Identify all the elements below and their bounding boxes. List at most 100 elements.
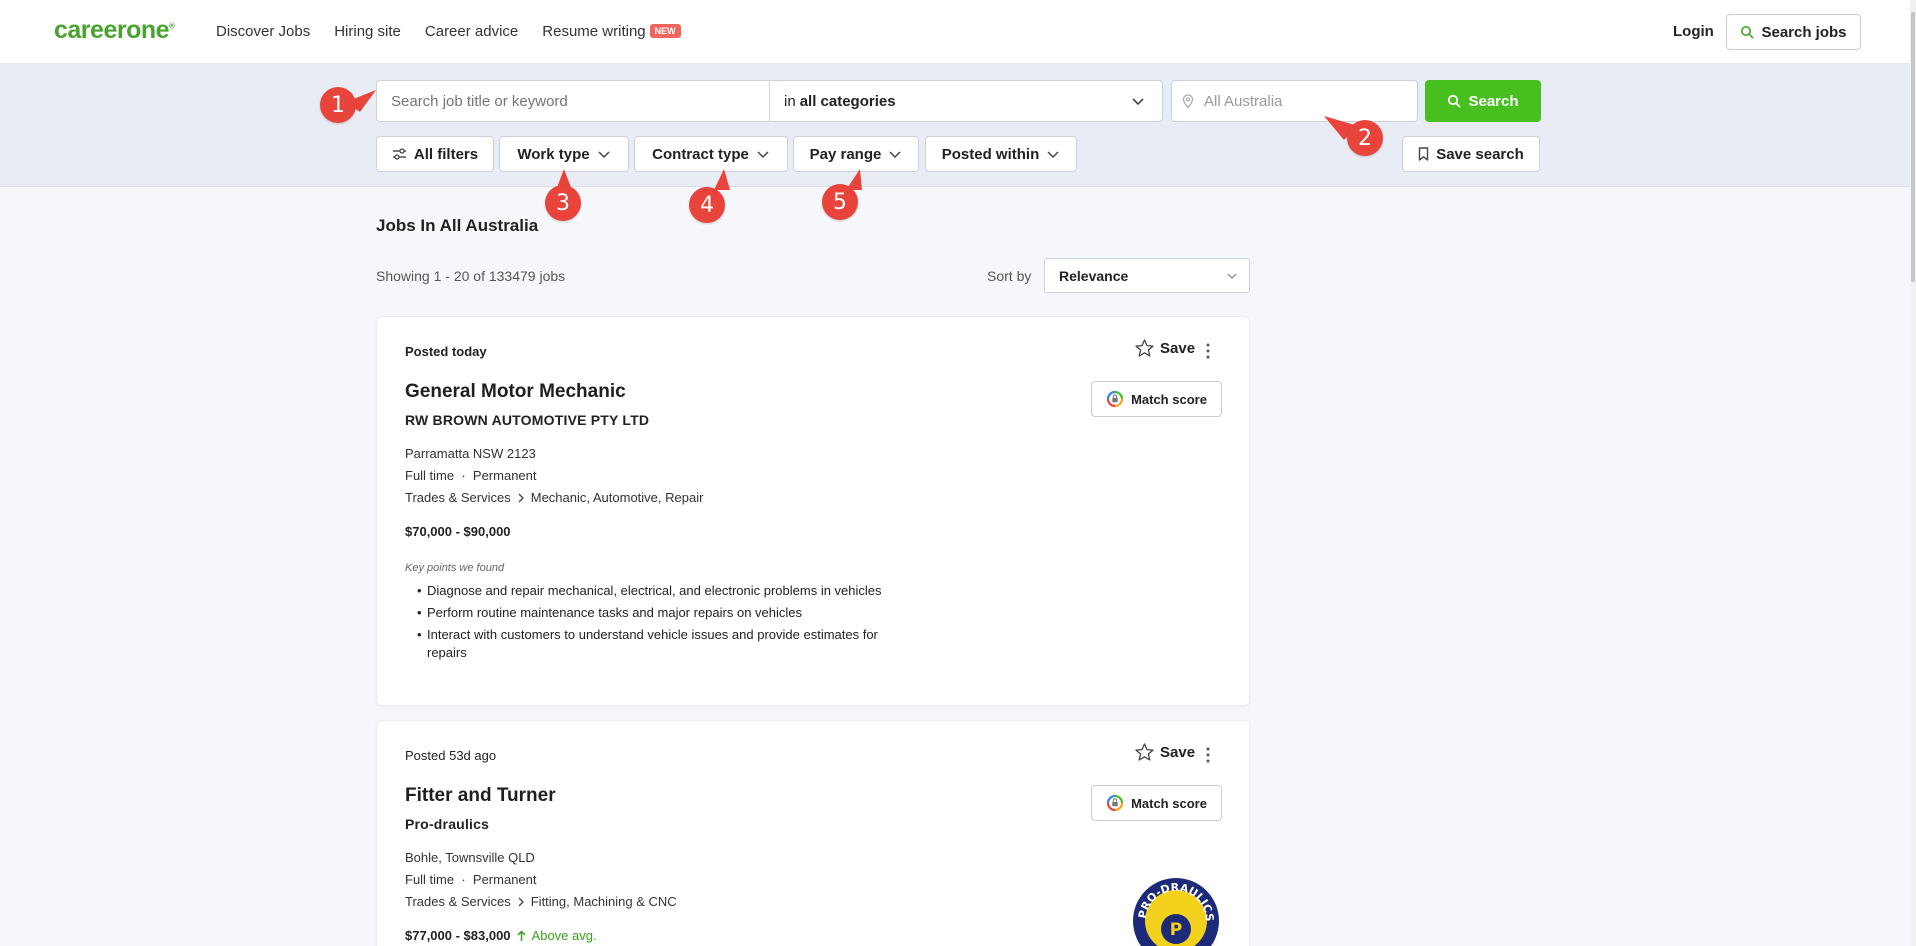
search-jobs-button[interactable]: Search jobs [1726, 14, 1861, 50]
job-title[interactable]: General Motor Mechanic [405, 381, 626, 403]
category-value: Trades & Services [405, 894, 511, 909]
main-nav: Discover Jobs Hiring site Career advice … [216, 23, 681, 40]
chevron-right-icon [518, 493, 524, 502]
logo-text: careerone [54, 16, 170, 44]
search-button[interactable]: Search [1425, 80, 1541, 122]
contract-type-label: Contract type [652, 145, 749, 163]
more-options-icon[interactable] [1203, 746, 1213, 764]
nav-resume-writing[interactable]: Resume writing NEW [542, 23, 681, 40]
company-name[interactable]: Pro-draulics [405, 816, 489, 832]
search-icon [1741, 26, 1754, 39]
login-link[interactable]: Login [1673, 23, 1714, 40]
nav-career-advice[interactable]: Career advice [425, 23, 518, 40]
arrow-up-icon [517, 929, 526, 941]
posted-date: Posted today [405, 344, 487, 359]
match-score-button[interactable]: Match score [1091, 785, 1222, 821]
save-search-label: Save search [1436, 145, 1524, 163]
pay-range-filter[interactable]: Pay range [793, 136, 919, 172]
sort-by-label: Sort by [987, 268, 1032, 284]
chevron-down-icon [1132, 98, 1144, 106]
work-type-value: Full time [405, 468, 455, 483]
results-title: Jobs In All Australia [376, 216, 539, 235]
nav-resume-writing-label: Resume writing [542, 23, 646, 40]
chevron-down-icon [757, 151, 769, 159]
salary-value: $77,000 - $83,000 [405, 928, 511, 943]
key-point: Perform routine maintenance tasks and ma… [417, 604, 897, 622]
save-label: Save [1160, 743, 1196, 761]
save-search-button[interactable]: Save search [1402, 136, 1540, 172]
pay-range-label: Pay range [809, 145, 882, 163]
search-button-label: Search [1468, 92, 1519, 110]
sort-value: Relevance [1059, 267, 1129, 284]
salary-value: $70,000 - $90,000 [405, 524, 511, 539]
match-score-label: Match score [1131, 795, 1207, 811]
key-point: Interact with customers to understand ve… [417, 626, 897, 662]
key-point: Diagnose and repair mechanical, electric… [417, 582, 897, 600]
work-type-value: Full time [405, 872, 455, 887]
key-points-list: Diagnose and repair mechanical, electric… [417, 582, 897, 666]
key-points-label: Key points we found [405, 562, 505, 574]
category-prefix: in [784, 92, 796, 110]
bookmark-icon [1419, 147, 1429, 161]
nav-discover-jobs[interactable]: Discover Jobs [216, 23, 310, 40]
sliders-icon [392, 148, 406, 160]
job-card[interactable]: Posted 53d ago Save Fitter and Turner Pr… [376, 720, 1250, 946]
subcategory-value: Mechanic, Automotive, Repair [530, 490, 704, 505]
save-label: Save [1160, 339, 1196, 357]
results-count: Showing 1 - 20 of 133479 jobs [376, 268, 566, 284]
job-work-type: Full time · Permanent [405, 872, 537, 887]
annotation-marker-2: 2 [1347, 120, 1383, 156]
category-select[interactable]: in all categories [769, 80, 1163, 122]
chevron-right-icon [518, 897, 524, 906]
careerone-logo[interactable]: careerone® [54, 16, 175, 45]
annotation-marker-3: 3 [545, 185, 581, 221]
match-score-icon [1106, 794, 1124, 812]
job-salary: $70,000 - $90,000 [405, 524, 511, 539]
top-navigation-bar: careerone® Discover Jobs Hiring site Car… [0, 0, 1916, 64]
company-name[interactable]: RW BROWN AUTOMOTIVE PTY LTD [405, 412, 649, 428]
job-title[interactable]: Fitter and Turner [405, 785, 556, 807]
company-logo[interactable]: PRO-DRAULICS P [1132, 877, 1220, 946]
save-job-button[interactable]: Save [1135, 743, 1195, 761]
match-score-button[interactable]: Match score [1091, 381, 1222, 417]
search-icon [1448, 94, 1461, 108]
job-card[interactable]: Posted today Save General Motor Mechanic… [376, 316, 1250, 706]
location-input[interactable]: All Australia [1171, 80, 1418, 122]
search-jobs-label: Search jobs [1761, 23, 1847, 41]
contract-type-filter[interactable]: Contract type [634, 136, 788, 172]
chevron-down-icon [889, 151, 901, 159]
job-category: Trades & Services Fitting, Machining & C… [405, 894, 677, 909]
contract-value: Permanent [472, 872, 537, 887]
nav-hiring-site[interactable]: Hiring site [334, 23, 401, 40]
job-work-type: Full time · Permanent [405, 468, 537, 483]
save-job-button[interactable]: Save [1135, 339, 1195, 357]
star-icon [1135, 743, 1154, 761]
match-score-icon [1106, 390, 1124, 408]
all-filters-button[interactable]: All filters [376, 136, 494, 172]
scrollbar-thumb[interactable] [1911, 12, 1915, 282]
keyword-search-input[interactable] [376, 80, 770, 122]
more-options-icon[interactable] [1203, 342, 1213, 360]
job-salary: $77,000 - $83,000 Above avg. [405, 928, 597, 943]
job-location: Bohle, Townsville QLD [405, 850, 535, 865]
chevron-down-icon [1047, 151, 1059, 159]
contract-value: Permanent [472, 468, 537, 483]
posted-within-label: Posted within [941, 145, 1040, 163]
svg-text:P: P [1170, 920, 1182, 940]
job-location: Parramatta NSW 2123 [405, 446, 536, 461]
star-icon [1135, 339, 1154, 357]
location-pin-icon [1182, 93, 1194, 108]
job-category: Trades & Services Mechanic, Automotive, … [405, 490, 703, 505]
posted-within-filter[interactable]: Posted within [925, 136, 1077, 172]
category-value: all categories [799, 92, 896, 110]
chevron-down-icon [1227, 273, 1237, 279]
annotation-marker-5: 5 [822, 184, 858, 220]
chevron-down-icon [598, 151, 610, 159]
work-type-filter[interactable]: Work type [499, 136, 629, 172]
sort-select[interactable]: Relevance [1044, 258, 1250, 293]
match-score-label: Match score [1131, 391, 1207, 407]
above-average-label: Above avg. [531, 928, 597, 943]
annotation-marker-1: 1 [320, 87, 356, 123]
all-filters-label: All filters [413, 145, 479, 163]
subcategory-value: Fitting, Machining & CNC [530, 894, 677, 909]
